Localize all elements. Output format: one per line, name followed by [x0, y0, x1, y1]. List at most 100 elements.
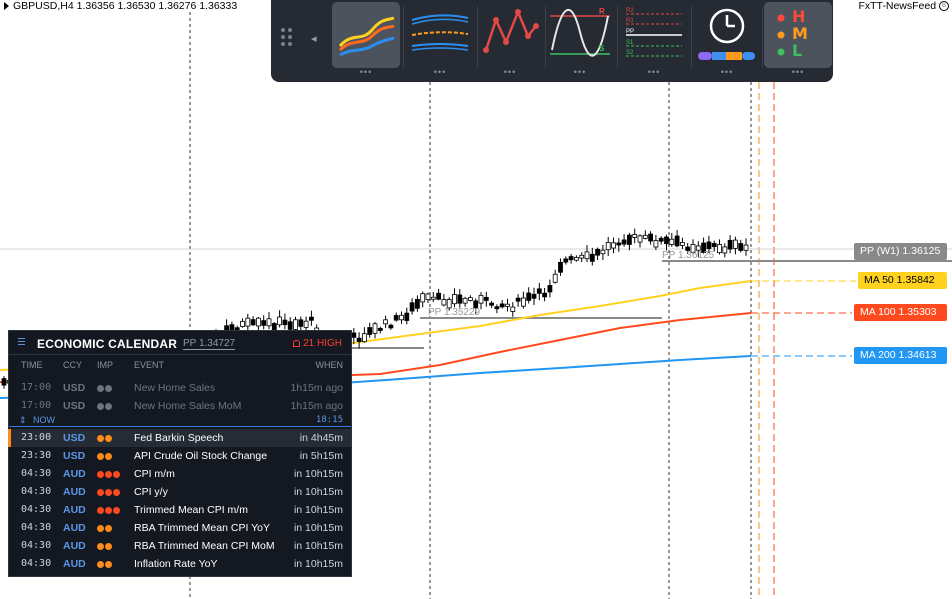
candle-body [261, 320, 267, 326]
candle-body [574, 256, 579, 261]
bell-icon [293, 339, 301, 347]
bands-button[interactable]: ••• [406, 0, 474, 82]
ma-lines-button[interactable]: ••• [332, 0, 400, 82]
candle-body [467, 297, 473, 301]
ma100-price-tag: MA 100 1.35303 [854, 304, 947, 321]
candle-body [711, 243, 717, 248]
candle-body [494, 306, 500, 310]
candle-body [733, 239, 738, 249]
play-icon [4, 2, 9, 11]
calendar-menu-icon[interactable] [18, 338, 25, 347]
candle-body [287, 321, 293, 330]
pivot-r2-label: R2 [626, 8, 634, 14]
event-time: 04:30 [21, 522, 52, 533]
sr-wave-icon: R S [550, 7, 610, 57]
support-resistance-button[interactable]: R S ••• [546, 0, 614, 82]
event-currency: USD [63, 450, 86, 462]
candle-body [600, 249, 606, 255]
sr-r-label: R [599, 7, 605, 16]
newsfeed-name: FxTT-NewsFeed [858, 0, 937, 12]
calendar-event-row[interactable]: 17:00 USD New Home Sales 1h15m ago [9, 379, 351, 397]
candle-body [430, 296, 436, 300]
candle-body [388, 324, 394, 329]
event-when: in 10h15m [293, 558, 343, 570]
candle-body [510, 306, 516, 312]
symbol-quote: GBPUSD,H4 1.36356 1.36530 1.36276 1.3633… [13, 0, 238, 12]
calendar-event-row[interactable]: 23:30 USD API Crude Oil Stock Change in 5h1… [9, 447, 351, 465]
ma50-price-tag: MA 50 1.35842 [858, 272, 947, 289]
candle-body [351, 332, 357, 338]
candle-body [399, 314, 404, 321]
economic-calendar-panel[interactable]: ECONOMIC CALENDAR PP 1.34727 21 HIGH TIM… [8, 330, 352, 577]
event-when: in 10h15m [293, 468, 343, 480]
sessions-clock-button[interactable]: ••• [693, 0, 761, 82]
calendar-header[interactable]: ECONOMIC CALENDAR PP 1.34727 21 HIGH [9, 331, 351, 355]
event-time: 17:00 [21, 382, 52, 393]
calendar-event-row[interactable]: 04:30 AUD RBA Trimmed Mean CPI YoY in 10h15… [9, 519, 351, 537]
candle-body [1, 378, 7, 386]
candle-body [266, 318, 272, 327]
calendar-event-row[interactable]: 23:00 USD Fed Barkin Speech in 4h45m [8, 429, 351, 447]
pivot-s1-label: S1 [626, 40, 634, 46]
candle-body [605, 242, 611, 251]
candle-body [393, 315, 399, 321]
bands-icon [411, 14, 469, 51]
candle-body [277, 316, 283, 326]
candle-body [542, 292, 547, 298]
candle-body [664, 236, 669, 245]
hml-more: ••• [791, 67, 805, 77]
candle-body [409, 302, 415, 312]
collapse-arrow-icon[interactable]: ◂ [311, 32, 317, 45]
candle-body [361, 333, 367, 343]
event-time: 17:00 [21, 400, 52, 411]
event-name: Fed Barkin Speech [134, 432, 224, 444]
hml-labels: H M L [792, 8, 808, 59]
calendar-pp-value: PP 1.34727 [183, 338, 236, 350]
zigzag-icon [483, 8, 539, 53]
calendar-event-row[interactable]: 04:30 AUD Inflation Rate YoY in 10h15m [9, 555, 351, 573]
high-impact-alert[interactable]: 21 HIGH [293, 338, 342, 349]
hml-button[interactable]: H M L ••• [764, 0, 832, 82]
zigzag-more: ••• [503, 67, 517, 77]
candle-body [457, 294, 463, 304]
event-currency: AUD [63, 486, 86, 498]
impact-dots-icon [97, 401, 113, 413]
calendar-event-row[interactable]: 04:30 AUD Trimmed Mean CPI m/m in 10h15m [9, 501, 351, 519]
calendar-event-row[interactable]: 04:30 AUD CPI y/y in 10h15m [9, 483, 351, 501]
pivot-points-button[interactable]: R2 R1 PP S1 S2 ••• [620, 0, 688, 82]
candle-body [727, 239, 733, 250]
candle-body [298, 319, 304, 327]
candle-body [521, 297, 526, 307]
impact-dots-icon [97, 541, 113, 553]
candle-body [462, 297, 468, 304]
candle-body [240, 320, 245, 327]
zigzag-button[interactable]: ••• [476, 0, 544, 82]
candle-body [377, 327, 383, 331]
event-name: New Home Sales MoM [134, 400, 242, 412]
pp-w1-inline: PP 1.36125 [662, 250, 715, 261]
drag-handle-icon[interactable] [281, 28, 295, 50]
tools-toolbar: ◂ ••• ••• ••• R S ••• R2 R1 PP S1 S2 •••… [271, 0, 833, 82]
col-time: TIME [21, 360, 43, 370]
calendar-event-row[interactable]: 04:30 AUD CPI m/m in 10h15m [9, 465, 351, 483]
candle-body [611, 242, 616, 249]
candle-body [478, 294, 484, 304]
ma-lines-icon [338, 16, 395, 57]
ma-more: ••• [359, 67, 373, 77]
calendar-column-headers: TIME CCY IMP EVENT WHEN [9, 357, 351, 373]
candle-body [584, 251, 590, 260]
event-name: Inflation Rate YoY [134, 558, 218, 570]
calendar-event-row[interactable]: 04:30 AUD RBA Trimmed Mean CPI MoM in 10h15… [9, 537, 351, 555]
candle-body [680, 242, 685, 246]
event-name: CPI m/m [134, 468, 175, 480]
candle-body [308, 316, 314, 321]
candle-body [547, 285, 553, 293]
candle-body [383, 319, 389, 325]
candle-body [589, 253, 595, 262]
event-currency: AUD [63, 540, 86, 552]
candle-body [738, 243, 744, 251]
event-when: in 5h15m [299, 450, 343, 462]
pivot-pp-label: PP [626, 29, 634, 35]
candle-body [420, 293, 426, 303]
hml-l-label: L [792, 41, 803, 60]
